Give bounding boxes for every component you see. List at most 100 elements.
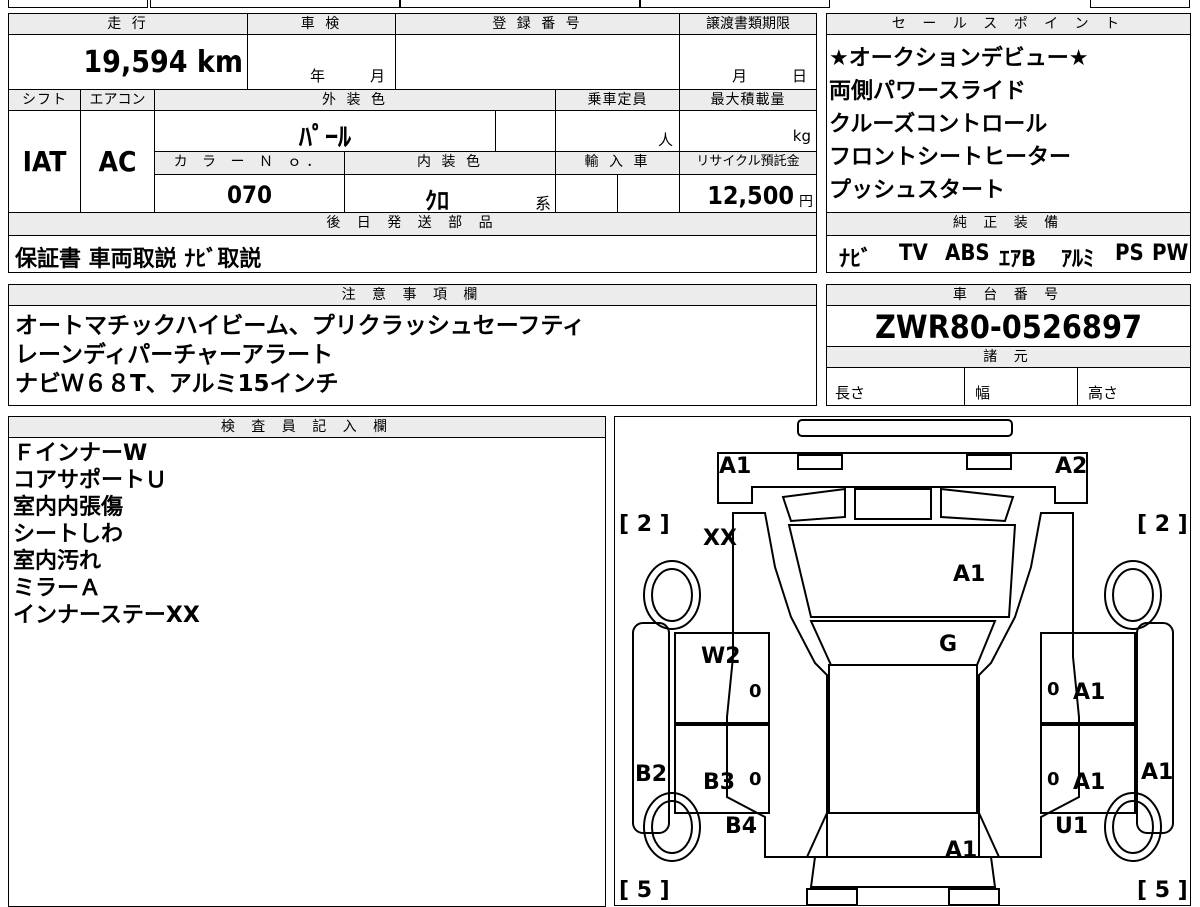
equipment-item: TV [899,241,928,266]
later-parts-text: 保証書 車両取説 ﾅﾋﾞ取説 [15,247,262,272]
length-label: 長さ [835,384,866,402]
maxload-label: 最大積載量 [679,89,817,111]
inspector-line: 室内内張傷 [13,495,124,520]
shaken-cell: 年 月 [247,34,396,90]
mark-bracket-bl: [ 5 ] [619,878,670,903]
equipment-header: 純 正 装 備 [826,212,1191,236]
mark-bracket-tl: [ 2 ] [619,512,670,537]
import-label: 輸 入 車 [555,151,680,175]
mileage-label: 走 行 [8,13,248,35]
front-panel-shape [717,452,1088,504]
equipment-item: PW [1152,241,1189,266]
mileage-value: 19,594 km [83,45,243,80]
notes-line: レーンディパーチャーアラート [15,342,334,368]
interior-label: 内 装 色 [344,151,556,175]
recycle-label: リサイクル預託金 [679,151,817,175]
top-strip-cell [150,0,400,8]
inspector-line: ミラーＡ [13,576,102,601]
capacity-cell: 人 [555,110,680,152]
ac-cell: AC [80,110,155,213]
exterior-value: ﾊﾟｰﾙ [298,123,351,153]
mark-top-right: A2 [1055,454,1087,479]
mark-front-door-left-zero: 0 [749,681,762,702]
recycle-unit: 円 [799,194,813,210]
grille-center-shape [854,488,932,520]
top-strip-cell [640,0,830,8]
roof-shape [828,664,978,814]
shift-value: IAT [22,145,67,178]
inspector-header: 検 査 員 記 入 欄 [8,416,606,438]
right-body-shape [978,512,1080,858]
chassis-box: ZWR80-0526897 [826,305,1191,347]
mark-rear-door-right: A1 [1073,770,1105,795]
mark-pillar-left: B2 [635,762,667,787]
top-strip-cell [1090,0,1190,8]
sales-point-item: クルーズコントロール [829,112,1048,137]
shift-cell: IAT [8,110,81,213]
grille-right-shape [940,487,1015,523]
sales-points-header: セ ー ル ス ポ イ ン ト [826,13,1191,35]
top-strip-cell [8,0,148,8]
maxload-unit: kg [792,127,811,145]
import-cell-b [617,174,680,213]
shaken-year: 年 [310,67,326,85]
ac-value: AC [98,145,137,178]
equipment-item: ABS [945,241,990,266]
shift-label: シフト [8,89,81,111]
recycle-value: 12,500 [707,181,794,210]
inspector-line: 室内汚れ [13,549,102,574]
regno-cell [395,34,680,90]
mark-bracket-tr: [ 2 ] [1137,512,1188,537]
sales-points-box: ★オークションデビュー★ 両側パワースライド クルーズコントロール フロントシー… [826,34,1191,213]
mark-rear-door-left-zero: 0 [749,769,762,790]
transfer-label: 譲渡書類期限 [679,13,817,35]
later-parts-header: 後 日 発 送 部 品 [8,212,817,236]
ac-label: エアコン [80,89,155,111]
wheel-rear-left-inner-shape [651,800,693,854]
equipment-item: ﾅﾋﾞ [839,247,873,272]
capacity-label: 乗車定員 [555,89,680,111]
height-cell: 高さ [1077,367,1191,406]
rear-bumper-right-shape [948,888,1000,905]
headlight-right-shape [966,454,1012,470]
mark-quarter-right: U1 [1055,814,1088,839]
rear-bumper-left-shape [806,888,858,905]
mark-front-door-right-zero: 0 [1047,679,1060,700]
mark-rear-panel: A1 [945,838,977,863]
colorno-value: 070 [226,181,273,209]
rear-door-right-shape [1040,722,1136,814]
mark-hood: A1 [953,562,985,587]
equipment-item: ｴｱB [999,247,1037,272]
sales-point-item: フロントシートヒーター [829,145,1072,170]
height-label: 高さ [1088,384,1119,402]
exterior-label: 外 装 色 [154,89,556,111]
notes-line: オートマチックハイビーム、プリクラッシュセーフティ [15,313,585,339]
mark-front-door-right: A1 [1073,680,1105,705]
car-diagram-box: A1 A2 [ 2 ] [ 2 ] XX A1 G W2 0 0 A1 B2 B… [614,416,1191,906]
equipment-item: PS [1115,241,1144,266]
interior-value: ｸﾛ [425,187,449,215]
exterior-cell: ﾊﾟｰﾙ [154,110,496,153]
wheel-rear-right-inner-shape [1112,800,1154,854]
notes-box: オートマチックハイビーム、プリクラッシュセーフティ レーンディパーチャーアラート… [8,305,817,406]
inspector-line: シートしわ [13,522,124,547]
front-bumper-shape [797,419,1013,437]
recycle-cell: 12,500 円 [679,174,817,213]
transfer-day: 日 [792,67,808,85]
chassis-number: ZWR80-0526897 [874,308,1143,346]
mileage-cell: 19,594 km [8,34,248,90]
inspector-line: ＦインナーW [13,441,148,466]
mark-fender-left: XX [703,526,737,551]
headlight-left-shape [797,454,843,470]
wheel-front-right-inner-shape [1112,568,1154,622]
mark-pillar-right: A1 [1141,760,1173,785]
later-parts-box: 保証書 車両取説 ﾅﾋﾞ取説 [8,235,817,273]
shaken-label: 車 検 [247,13,396,35]
notes-line: ナビＷ６８T、アルミ15インチ [15,371,339,397]
transfer-cell: 月 日 [679,34,817,90]
pillar-right-shape [1136,622,1174,834]
regno-label: 登 録 番 号 [395,13,680,35]
exterior-code-cell [495,110,556,152]
mark-rear-door-left: B3 [703,770,735,795]
grille-left-shape [781,487,846,523]
